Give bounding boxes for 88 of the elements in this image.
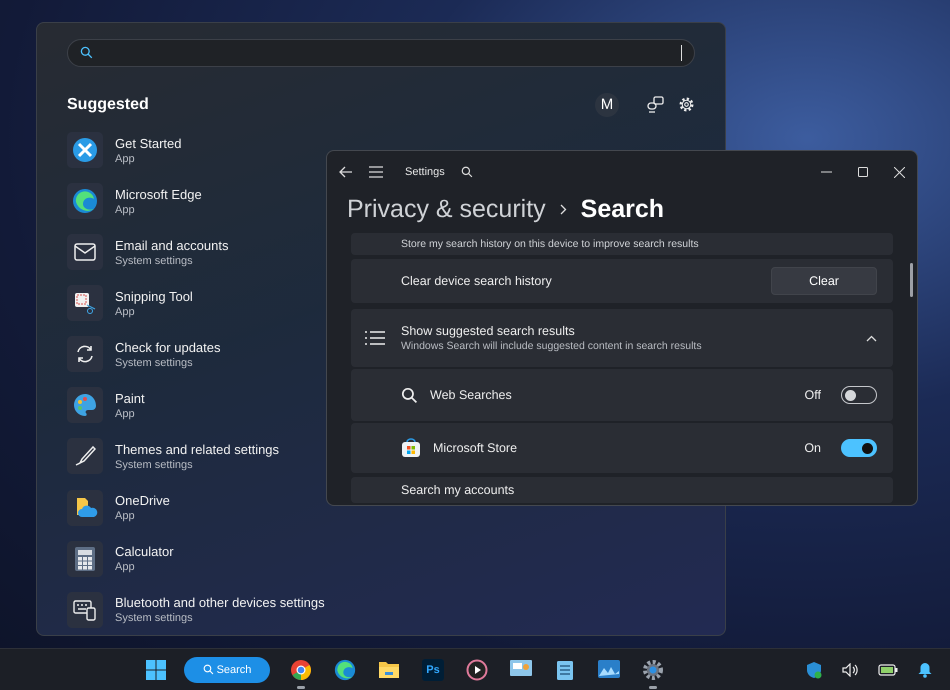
setting-label: Microsoft Store	[433, 441, 518, 455]
app-tile[interactable]	[67, 490, 103, 526]
result-type: System settings	[115, 254, 194, 267]
result-name[interactable]: OneDrive	[115, 493, 170, 508]
palette-icon	[72, 392, 98, 418]
result-name[interactable]: Get Started	[115, 136, 182, 151]
result-name[interactable]: Check for updates	[115, 340, 221, 355]
account-avatar[interactable]: M	[595, 92, 619, 117]
breadcrumb-item[interactable]: Privacy & security	[347, 194, 546, 224]
edge-logo-icon	[72, 188, 98, 214]
chevron-right-icon	[560, 204, 567, 214]
app-tile[interactable]	[67, 540, 103, 577]
result-type: App	[115, 204, 136, 216]
app-tile[interactable]	[67, 336, 103, 372]
close-icon	[894, 166, 905, 178]
result-name[interactable]: Microsoft Edge	[115, 186, 202, 202]
setting-label: Web Searches	[430, 388, 513, 402]
result-name[interactable]: Themes and related settings	[115, 442, 280, 457]
search-icon	[401, 386, 418, 404]
app-tile[interactable]	[67, 132, 103, 168]
result-type: App	[115, 152, 136, 165]
app-tile[interactable]	[67, 285, 103, 322]
envelope-icon	[74, 243, 96, 262]
toggle-switch[interactable]	[841, 386, 877, 404]
store-bag-icon	[401, 438, 421, 458]
shield-check-icon	[806, 660, 822, 678]
running-indicator	[297, 686, 305, 688]
app-tile[interactable]	[67, 183, 103, 220]
result-type: App	[115, 561, 136, 574]
maximize-icon	[858, 167, 868, 177]
minimize-icon	[821, 171, 832, 173]
windows-logo-icon	[146, 660, 166, 680]
window-title: Settings	[405, 166, 445, 178]
settings-icon	[678, 96, 695, 114]
app-tile[interactable]	[67, 438, 103, 474]
speaker-icon	[842, 662, 858, 676]
app-tile[interactable]	[67, 234, 103, 270]
snipping-tool-icon	[73, 291, 97, 316]
calculator-icon	[74, 546, 96, 572]
search-field[interactable]	[67, 39, 695, 67]
presentation-icon	[509, 658, 533, 678]
back-arrow-icon	[339, 166, 353, 178]
toggle-state: On	[804, 441, 821, 455]
notepad-icon	[556, 658, 574, 680]
result-type: System settings	[115, 458, 194, 471]
setting-description: Windows Search will include suggested content in search results	[401, 340, 703, 352]
bell-icon	[918, 662, 932, 678]
devices-icon	[647, 96, 664, 114]
setting-description: Store my search history on this device to improve search results	[401, 238, 700, 250]
settings-card[interactable]: Show suggested search results Windows Search will include suggested content in search results	[351, 309, 893, 367]
breadcrumb-item: Search	[580, 194, 664, 224]
result-name[interactable]: Paint	[115, 390, 145, 406]
battery-charging-icon	[878, 664, 898, 676]
result-type: System settings	[115, 356, 194, 369]
keyboard-device-icon	[73, 598, 97, 621]
result-name[interactable]: Bluetooth and other devices settings	[115, 595, 325, 610]
clear-button[interactable]: Clear	[771, 267, 877, 295]
gear-icon	[642, 658, 664, 680]
result-name[interactable]: Calculator	[115, 544, 174, 560]
result-type: App	[115, 306, 136, 318]
setting-label: Search my accounts	[401, 483, 516, 497]
app-tile[interactable]	[67, 387, 103, 424]
list-icon	[365, 331, 385, 345]
search-icon	[460, 166, 473, 178]
result-type: App	[115, 408, 136, 420]
section-title: Suggested	[67, 96, 150, 114]
app-tile[interactable]	[67, 592, 103, 628]
result-type: App	[115, 510, 136, 522]
toggle-state: Off	[804, 388, 821, 402]
setting-label: Show suggested search results	[401, 324, 576, 338]
photoshop-icon[interactable]: Ps	[422, 658, 444, 680]
toggle-switch[interactable]	[841, 439, 877, 457]
search-icon	[202, 664, 214, 675]
menu-icon	[369, 166, 383, 178]
result-type: System settings	[115, 612, 194, 624]
brush-icon	[74, 445, 96, 468]
photos-icon	[597, 658, 621, 678]
result-name[interactable]: Email and accounts	[115, 238, 228, 253]
play-icon	[466, 658, 488, 680]
running-indicator	[649, 686, 657, 688]
chrome-icon	[290, 658, 312, 680]
result-name[interactable]: Snipping Tool	[115, 288, 193, 304]
scrollbar[interactable]	[910, 263, 913, 297]
taskbar-app[interactable]: Ps	[420, 654, 446, 690]
setting-label: Clear device search history	[401, 274, 553, 288]
text-cursor	[681, 44, 682, 61]
search-icon	[80, 46, 93, 60]
edge-logo-icon	[334, 658, 356, 680]
